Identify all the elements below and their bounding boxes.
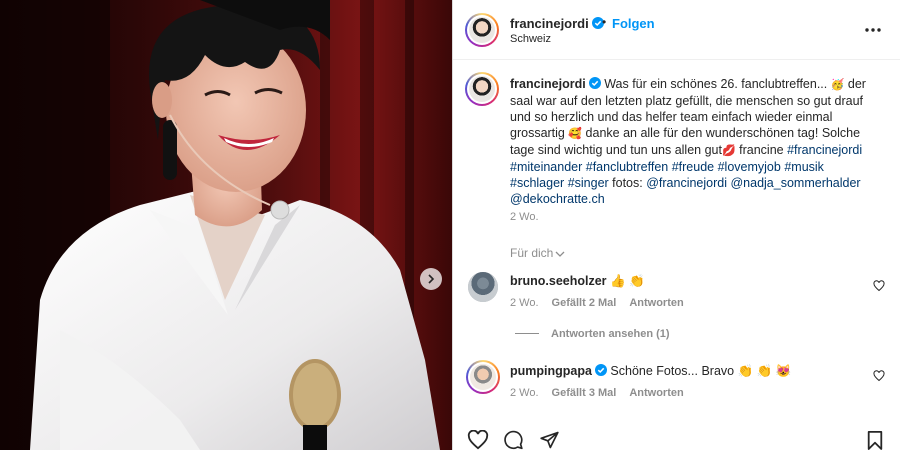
hashtag-link[interactable]: #lovemyjob [718, 160, 781, 174]
emoji: 🥳 [830, 79, 845, 91]
comment-time[interactable]: 2 Wo. [510, 297, 539, 309]
comment-avatar[interactable] [466, 360, 500, 394]
hashtag-link[interactable]: @nadja_sommerhalder [730, 176, 860, 190]
hashtag-link[interactable]: #freude [672, 160, 714, 174]
comment-username[interactable]: pumpingpapa [510, 364, 592, 378]
for-you-label: Für dich [510, 246, 554, 260]
heart-icon[interactable] [873, 370, 885, 382]
view-replies-button[interactable]: Antworten ansehen (1) [515, 328, 670, 340]
comment-avatar[interactable] [468, 272, 498, 302]
carousel-next-button[interactable] [420, 268, 442, 290]
hashtag-link[interactable]: #fanclubtreffen [586, 160, 668, 174]
hashtag-link[interactable]: #singer [568, 176, 609, 190]
reply-button[interactable]: Antworten [629, 297, 683, 309]
performer-image [0, 0, 452, 450]
caption-avatar[interactable] [465, 72, 499, 106]
divider-line [515, 333, 539, 334]
bookmark-icon[interactable] [866, 430, 884, 450]
post-photo[interactable] [0, 0, 452, 450]
view-replies-label: Antworten ansehen (1) [551, 328, 670, 340]
author-username[interactable]: francinejordi [510, 16, 604, 31]
comment-username[interactable]: bruno.seeholzer [510, 274, 607, 288]
post-action-bar [453, 426, 900, 450]
comment-likes[interactable]: Gefällt 3 Mal [552, 387, 617, 399]
location-link[interactable]: Schweiz [510, 33, 551, 45]
caption-text: Was für ein schönes 26. fanclubtreffen..… [510, 77, 866, 206]
for-you-dropdown[interactable]: Für dich [510, 246, 565, 260]
emoji: 💋 [721, 145, 736, 157]
hashtag-link[interactable]: #schlager [510, 176, 564, 190]
hashtag-link[interactable]: #musik [784, 160, 824, 174]
comment-time[interactable]: 2 Wo. [510, 387, 539, 399]
share-icon[interactable] [539, 430, 560, 450]
comment-icon[interactable] [503, 430, 524, 450]
comment-meta: 2 Wo. Gefällt 3 Mal Antworten [510, 387, 697, 399]
comment-text: Schöne Fotos... Bravo 👏 👏 😻 [606, 364, 792, 378]
hashtag-link[interactable]: @francinejordi [646, 176, 727, 190]
follow-button[interactable]: Folgen [612, 16, 655, 31]
separator-dot: • [602, 15, 607, 29]
caption-segment: fotos: [608, 176, 647, 190]
comment-meta: 2 Wo. Gefällt 2 Mal Antworten [510, 297, 697, 309]
caption-username[interactable]: francinejordi [510, 77, 586, 91]
hashtag-link[interactable]: #francinejordi [787, 143, 862, 157]
heart-icon[interactable] [873, 280, 885, 292]
post-caption: francinejordi Was für ein schönes 26. fa… [510, 76, 876, 207]
post-header: francinejordi • Folgen Schweiz [453, 0, 900, 60]
comment-likes[interactable]: Gefällt 2 Mal [552, 297, 617, 309]
more-options-icon[interactable] [863, 23, 883, 37]
comment-text: 👍 👏 [606, 274, 645, 288]
caption-segment: francine [735, 143, 788, 157]
caption-segment: Was für ein schönes 26. fanclubtreffen..… [604, 77, 831, 91]
hashtag-link[interactable]: #miteinander [510, 160, 582, 174]
comment-item: bruno.seeholzer 👍 👏 [510, 274, 645, 289]
heart-icon[interactable] [467, 430, 489, 450]
hashtag-link[interactable]: @dekochratte.ch [510, 192, 605, 206]
comment-item: pumpingpapa Schöne Fotos... Bravo 👏 👏 😻 [510, 364, 791, 379]
verified-badge-icon [588, 77, 601, 89]
caption-timestamp[interactable]: 2 Wo. [510, 211, 539, 223]
username-text[interactable]: francinejordi [510, 16, 589, 31]
emoji: 🥰 [568, 128, 583, 140]
reply-button[interactable]: Antworten [629, 387, 683, 399]
chevron-right-icon [428, 274, 435, 284]
avatar[interactable] [465, 13, 499, 47]
verified-badge-icon [594, 364, 607, 376]
post-side-panel: francinejordi • Folgen Schweiz francinej… [452, 0, 900, 450]
chevron-down-icon [555, 251, 565, 257]
